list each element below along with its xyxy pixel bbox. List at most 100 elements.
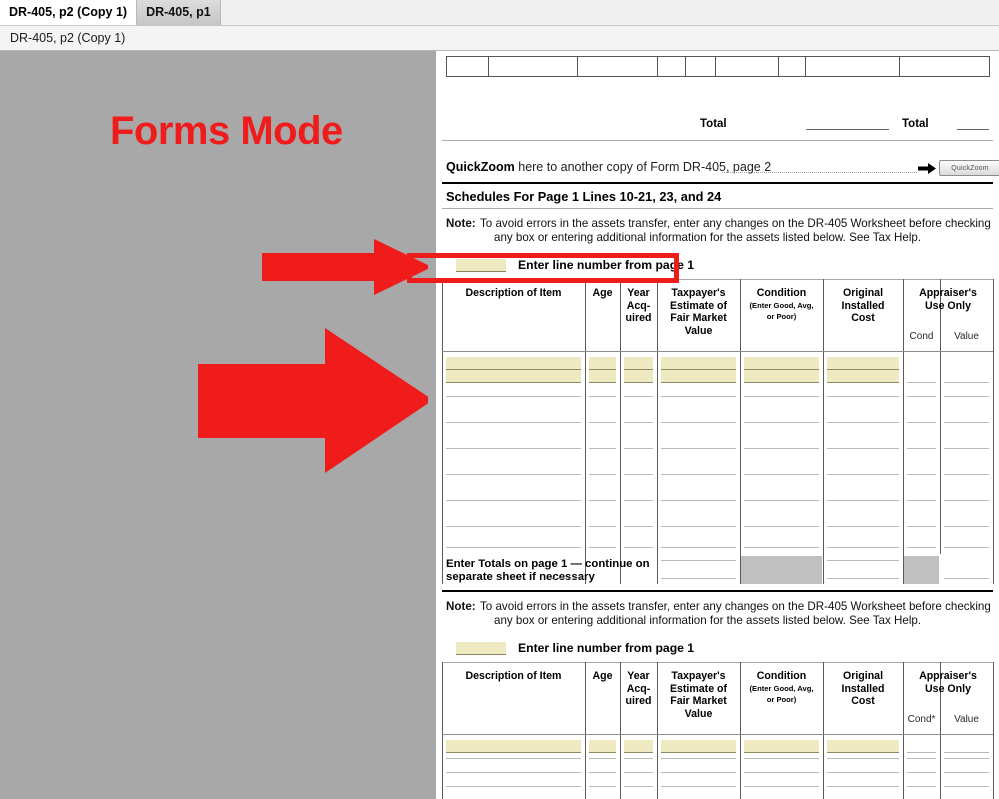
cell-age-r4[interactable] [589,422,616,423]
cell-cond-r3[interactable] [907,396,936,397]
cell-cost-r8[interactable] [827,526,899,527]
cell-description-r7[interactable] [446,500,581,501]
cell-fmv-r8[interactable] [661,526,736,527]
cell-cost-r7[interactable] [827,500,899,501]
t2-cell-age-r4[interactable] [589,786,616,787]
cell-fmv-r4[interactable] [661,422,736,423]
quickzoom-button[interactable]: QuickZoom [939,160,999,176]
top-total-field-2[interactable] [957,113,989,130]
cell-condition-r6[interactable] [744,474,819,475]
t2-cell-cost-r2[interactable] [827,758,899,759]
cell-condition-r3[interactable] [744,396,819,397]
cell-age-r6[interactable] [589,474,616,475]
cell-cond-r1[interactable] [907,357,936,370]
cell-cost-r2[interactable] [827,370,899,383]
t2-cell-condition-r3[interactable] [744,772,819,773]
cell-year-r8[interactable] [624,526,653,527]
cell-description-r6[interactable] [446,474,581,475]
t2-cell-fmv-r2[interactable] [661,758,736,759]
cell-cost-r1[interactable] [827,357,899,370]
cell-age-r5[interactable] [589,448,616,449]
t2-cell-description-r3[interactable] [446,772,581,773]
cell-description-r4[interactable] [446,422,581,423]
t2-cell-fmv-r3[interactable] [661,772,736,773]
t2-cell-value-r4[interactable] [944,786,989,787]
cell-fmv-r7[interactable] [661,500,736,501]
t2-cell-cost-r4[interactable] [827,786,899,787]
cell-condition-r4[interactable] [744,422,819,423]
cell-cond-r2[interactable] [907,370,936,383]
cell-value-r3[interactable] [944,396,989,397]
cell-cost-r3[interactable] [827,396,899,397]
t2-cell-cost-r1[interactable] [827,740,899,753]
t2-cell-value-r3[interactable] [944,772,989,773]
cell-description-r1[interactable] [446,357,581,370]
cell-description-r3[interactable] [446,396,581,397]
cell-age-r3[interactable] [589,396,616,397]
top-total-field-1[interactable] [806,113,889,130]
cell-condition-r2[interactable] [744,370,819,383]
cell-value-r4[interactable] [944,422,989,423]
cell-year-r1[interactable] [624,357,653,370]
cell-cond-r5[interactable] [907,448,936,449]
cell-fmv-r9[interactable] [661,547,736,548]
cell-value-r7[interactable] [944,500,989,501]
t2-cell-cond-r4[interactable] [907,786,936,787]
cell-cost-r6[interactable] [827,474,899,475]
cell-fmv-r1[interactable] [661,357,736,370]
t2-cell-cond-r3[interactable] [907,772,936,773]
t2-cell-age-r3[interactable] [589,772,616,773]
cell-value-r1[interactable] [944,357,989,370]
cell-age-r8[interactable] [589,526,616,527]
t2-cell-cost-r3[interactable] [827,772,899,773]
cell-cost-r9[interactable] [827,547,899,548]
cell-description-r2[interactable] [446,370,581,383]
cell-value-r5[interactable] [944,448,989,449]
t2-cell-cond-r1[interactable] [907,740,936,753]
quickzoom-row[interactable]: QuickZoom here to another copy of Form D… [446,158,999,180]
cell-cost-r4[interactable] [827,422,899,423]
cell-age-r2[interactable] [589,370,616,383]
cell-year-r2[interactable] [624,370,653,383]
totals-value-field[interactable] [944,578,989,579]
t2-cell-description-r4[interactable] [446,786,581,787]
cell-year-r6[interactable] [624,474,653,475]
t2-cell-cond-r2[interactable] [907,758,936,759]
cell-value-r8[interactable] [944,526,989,527]
t2-cell-value-r1[interactable] [944,740,989,753]
t2-cell-condition-r4[interactable] [744,786,819,787]
t2-cell-condition-r1[interactable] [744,740,819,753]
cell-age-r1[interactable] [589,357,616,370]
cell-condition-r9[interactable] [744,547,819,548]
cell-condition-r8[interactable] [744,526,819,527]
cell-condition-r5[interactable] [744,448,819,449]
form-viewport[interactable]: Total Total QuickZoom here to another co… [428,51,999,799]
t2-cell-condition-r2[interactable] [744,758,819,759]
cell-cost-r5[interactable] [827,448,899,449]
cell-age-r7[interactable] [589,500,616,501]
t2-cell-year-r2[interactable] [624,758,653,759]
cell-age-r9[interactable] [589,547,616,548]
cell-cond-r4[interactable] [907,422,936,423]
totals-cost-field[interactable] [827,578,899,579]
totals-fmv-field[interactable] [661,578,736,579]
cell-value-r6[interactable] [944,474,989,475]
cell-value-r2[interactable] [944,370,989,383]
cell-cond-r9[interactable] [907,547,936,548]
enter-line-number-row-2[interactable]: Enter line number from page 1 [456,641,716,657]
cell-fmv-r5[interactable] [661,448,736,449]
t2-cell-age-r2[interactable] [589,758,616,759]
tab-dr405-p2-copy1[interactable]: DR-405, p2 (Copy 1) [0,0,138,25]
cell-description-r9[interactable] [446,547,581,548]
cell-year-r3[interactable] [624,396,653,397]
tab-dr405-p1[interactable]: DR-405, p1 [137,0,221,25]
cell-description-r8[interactable] [446,526,581,527]
t2-cell-year-r3[interactable] [624,772,653,773]
cell-cond-r7[interactable] [907,500,936,501]
t2-cell-year-r1[interactable] [624,740,653,753]
cell-year-r5[interactable] [624,448,653,449]
t2-cell-age-r1[interactable] [589,740,616,753]
t2-cell-description-r1[interactable] [446,740,581,753]
cell-cond-r6[interactable] [907,474,936,475]
cell-year-r7[interactable] [624,500,653,501]
